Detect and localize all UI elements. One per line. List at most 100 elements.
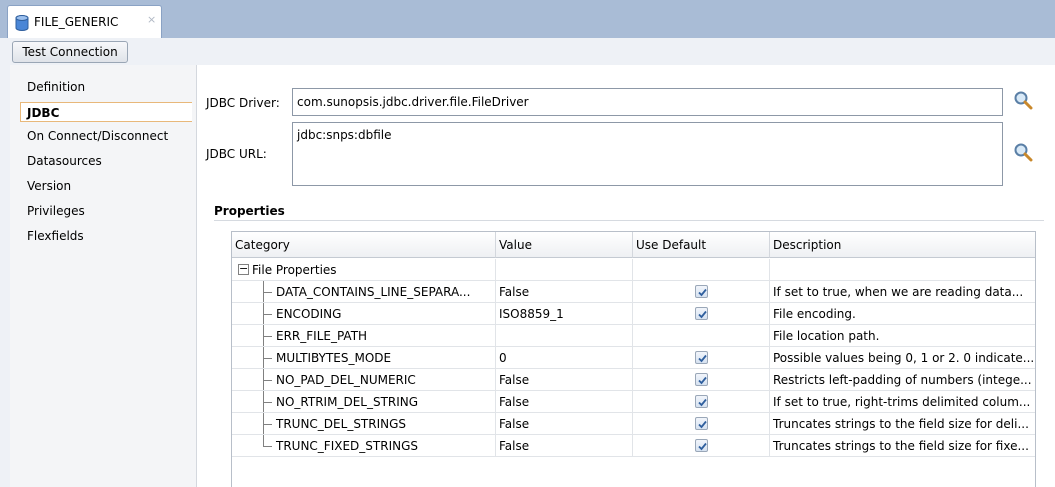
use-default-checkbox[interactable]	[695, 351, 708, 364]
column-header-value[interactable]: Value	[496, 232, 633, 258]
property-name-cell[interactable]: DATA_CONTAINS_LINE_SEPARA...	[232, 281, 496, 303]
use-default-cell	[633, 369, 770, 391]
property-description-cell: File location path.	[770, 325, 1035, 347]
sidebar-item-on-connect-disconnect[interactable]: On Connect/Disconnect	[21, 126, 193, 146]
table-row[interactable]: TRUNC_DEL_STRINGS False Truncates strings …	[232, 413, 1035, 435]
checkmark-icon	[698, 288, 707, 297]
property-description-cell: Truncates strings to the field size for …	[770, 435, 1035, 457]
property-value-cell[interactable]: False	[496, 281, 633, 303]
column-header-description[interactable]: Description	[770, 232, 1035, 258]
property-value-cell[interactable]: 0	[496, 347, 633, 369]
use-default-checkbox[interactable]	[695, 439, 708, 452]
property-name: DATA_CONTAINS_LINE_SEPARA...	[276, 285, 471, 299]
section-divider	[214, 220, 1044, 221]
property-value-cell[interactable]	[496, 325, 633, 347]
property-description-cell: Possible values being 0, 1 or 2. 0 indic…	[770, 347, 1035, 369]
table-row[interactable]: ENCODING ISO8859_1 File encoding.	[232, 303, 1035, 325]
group-row-file-properties: − File Properties	[232, 259, 1035, 281]
tree-line	[263, 336, 272, 337]
property-description-cell: Truncates strings to the field size for …	[770, 413, 1035, 435]
property-name-cell[interactable]: MULTIBYTES_MODE	[232, 347, 496, 369]
tree-line	[263, 380, 272, 381]
property-name: ENCODING	[276, 307, 342, 321]
jdbc-url-label: JDBC URL:	[206, 147, 267, 161]
collapse-icon[interactable]: −	[238, 263, 249, 275]
property-value-cell[interactable]: ISO8859_1	[496, 303, 633, 325]
use-default-cell	[633, 259, 770, 281]
sidebar-item-datasources[interactable]: Datasources	[21, 151, 193, 171]
checkmark-icon	[698, 442, 707, 451]
sidebar-item-flexfields[interactable]: Flexfields	[21, 226, 193, 246]
table-row[interactable]: MULTIBYTES_MODE 0 Possible values being 0,…	[232, 347, 1035, 369]
column-header-category[interactable]: Category	[232, 232, 496, 258]
property-name: NO_RTRIM_DEL_STRING	[276, 395, 419, 409]
use-default-checkbox[interactable]	[695, 285, 708, 298]
search-icon[interactable]	[1013, 90, 1033, 110]
sidebar-item-version[interactable]: Version	[21, 176, 193, 196]
use-default-cell	[633, 281, 770, 303]
properties-table: Category Value Use Default Description −…	[231, 231, 1036, 487]
use-default-cell	[633, 347, 770, 369]
toolbar: Test Connection	[0, 38, 1055, 65]
property-name-cell[interactable]: TRUNC_DEL_STRINGS	[232, 413, 496, 435]
property-name-cell[interactable]: NO_RTRIM_DEL_STRING	[232, 391, 496, 413]
sidebar-item-jdbc[interactable]: JDBC	[20, 102, 192, 122]
property-description-cell: If set to true, right-trims delimited co…	[770, 391, 1035, 413]
test-connection-button[interactable]: Test Connection	[12, 41, 128, 63]
use-default-checkbox[interactable]	[695, 417, 708, 430]
tree-line	[263, 424, 272, 425]
property-name-cell[interactable]: ENCODING	[232, 303, 496, 325]
tab-file-generic[interactable]: FILE_GENERIC ×	[7, 5, 162, 38]
use-default-checkbox[interactable]	[695, 395, 708, 408]
use-default-cell	[633, 325, 770, 347]
tab-title: FILE_GENERIC	[34, 15, 119, 29]
left-rail	[0, 65, 10, 487]
property-description-cell: If set to true, when we are reading data…	[770, 281, 1035, 303]
value-cell	[496, 259, 633, 281]
jdbc-driver-field[interactable]: com.sunopsis.jdbc.driver.file.FileDriver	[292, 88, 1003, 116]
property-value-cell[interactable]: False	[496, 369, 633, 391]
use-default-checkbox[interactable]	[695, 373, 708, 386]
table-row[interactable]: ERR_FILE_PATH File location path.	[232, 325, 1035, 347]
data-server-icon	[15, 15, 29, 31]
jdbc-url-field[interactable]: jdbc:snps:dbfile	[292, 122, 1003, 186]
tree-line	[263, 358, 272, 359]
tree-line	[263, 292, 272, 293]
property-value-cell[interactable]: False	[496, 391, 633, 413]
sidebar: Definition JDBC On Connect/Disconnect Da…	[10, 65, 197, 487]
table-row[interactable]: TRUNC_FIXED_STRINGS False Truncates string…	[232, 435, 1035, 457]
property-name: ERR_FILE_PATH	[276, 329, 368, 343]
search-icon[interactable]	[1013, 142, 1033, 162]
use-default-cell	[633, 435, 770, 457]
tree-line	[263, 314, 272, 315]
property-name-cell[interactable]: ERR_FILE_PATH	[232, 325, 496, 347]
property-name: TRUNC_DEL_STRINGS	[276, 417, 407, 431]
use-default-cell	[633, 391, 770, 413]
sidebar-item-privileges[interactable]: Privileges	[21, 201, 193, 221]
property-name: MULTIBYTES_MODE	[276, 351, 392, 365]
use-default-checkbox[interactable]	[695, 307, 708, 320]
property-value-cell[interactable]: False	[496, 435, 633, 457]
property-name-cell[interactable]: TRUNC_FIXED_STRINGS	[232, 435, 496, 457]
property-name-cell[interactable]: NO_PAD_DEL_NUMERIC	[232, 369, 496, 391]
column-header-use-default[interactable]: Use Default	[633, 232, 770, 258]
use-default-cell	[633, 303, 770, 325]
close-icon[interactable]: ×	[147, 13, 156, 26]
table-row[interactable]: NO_RTRIM_DEL_STRING False If set to true, …	[232, 391, 1035, 413]
tree-line	[263, 402, 272, 403]
checkmark-icon	[698, 354, 707, 363]
description-cell	[770, 259, 1035, 281]
checkmark-icon	[698, 376, 707, 385]
group-cell: − File Properties	[232, 259, 496, 281]
properties-heading: Properties	[214, 204, 285, 218]
group-label: File Properties	[252, 263, 337, 277]
property-description-cell: Restricts left-padding of numbers (integ…	[770, 369, 1035, 391]
table-row[interactable]: NO_PAD_DEL_NUMERIC False Restricts left-pa…	[232, 369, 1035, 391]
table-row[interactable]: DATA_CONTAINS_LINE_SEPARA... False If set …	[232, 281, 1035, 303]
jdbc-driver-label: JDBC Driver:	[206, 96, 280, 110]
property-name: NO_PAD_DEL_NUMERIC	[276, 373, 416, 387]
checkmark-icon	[698, 310, 707, 319]
sidebar-item-definition[interactable]: Definition	[21, 77, 193, 97]
property-description-cell: File encoding.	[770, 303, 1035, 325]
property-value-cell[interactable]: False	[496, 413, 633, 435]
